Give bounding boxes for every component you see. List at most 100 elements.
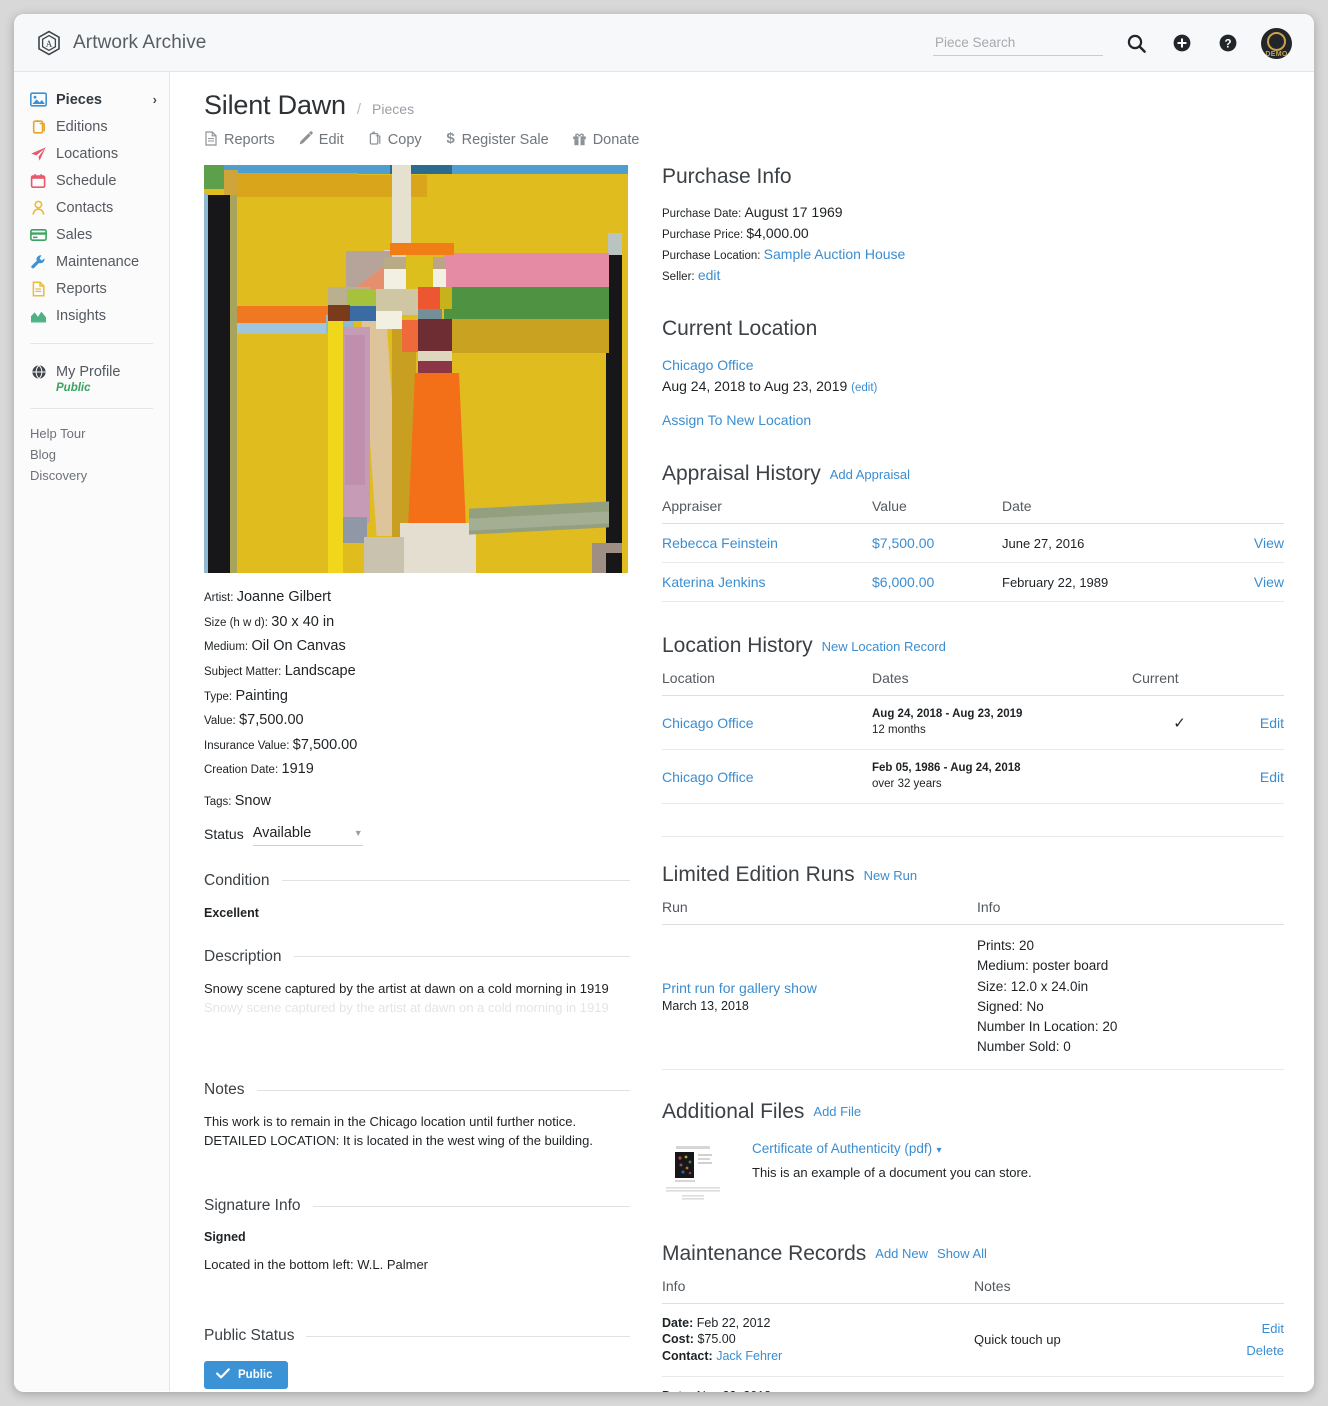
appraisal-value[interactable]: $7,500.00 [872,535,934,551]
add-new-link[interactable]: Add New [875,1246,928,1261]
sidebar-link-help-tour[interactable]: Help Tour [14,423,169,444]
edit-link[interactable]: Edit [1260,715,1284,731]
file-thumbnail[interactable] [662,1140,724,1204]
action-label: Register Sale [462,132,549,148]
maintenance-contact-link[interactable]: Jack Fehrer [716,1349,782,1363]
view-link[interactable]: View [1254,535,1284,551]
edit-button[interactable]: Edit [298,130,344,150]
run-info-prints: Prints: 20 [977,936,1284,956]
sidebar-item-maintenance[interactable]: Maintenance [14,248,169,275]
page-actions: Reports Edit [204,130,1284,150]
table-row: Rebecca Feinstein $7,500.00 June 27, 201… [662,524,1284,563]
current-location-edit-link[interactable]: (edit) [851,382,877,394]
add-file-link[interactable]: Add File [813,1104,861,1119]
search-input[interactable] [933,31,1103,56]
avatar[interactable]: DEMO [1261,28,1292,59]
new-location-record-link[interactable]: New Location Record [822,639,946,654]
action-label: Reports [224,132,275,148]
location-duration: 12 months [872,723,1132,739]
col-info: Info [977,899,1284,925]
register-sale-button[interactable]: $ Register Sale [445,130,549,150]
copy-button[interactable]: Copy [367,130,422,150]
meta-creation-date: Creation Date: 1919 [204,760,630,778]
assign-to-new-location-link[interactable]: Assign To New Location [662,412,811,428]
add-circle-icon[interactable] [1169,30,1195,56]
sidebar-item-my-profile[interactable]: My Profile [14,358,169,385]
add-appraisal-link[interactable]: Add Appraisal [830,467,910,482]
chevron-down-icon[interactable]: ▾ [937,1145,942,1156]
edit-link[interactable]: Edit [1260,769,1284,785]
run-info-medium: Medium: poster board [977,956,1284,976]
notes-body: This work is to remain in the Chicago lo… [204,1113,630,1151]
delete-link[interactable]: Delete [1246,1343,1284,1358]
main-content: Silent Dawn / Pieces Reports [170,72,1314,1391]
col-info: Info [662,1278,974,1304]
section-rule [282,880,631,881]
tag-link-snow[interactable]: Snow [235,793,271,809]
pencil-icon [298,131,313,150]
reports-button[interactable]: Reports [204,130,275,150]
current-location-dates-row: Aug 24, 2018 to Aug 23, 2019 (edit) [662,378,1284,394]
location-link[interactable]: Chicago Office [662,769,754,785]
meta-key: Type: [204,691,232,703]
view-link[interactable]: View [1254,574,1284,590]
appraiser-link[interactable]: Katerina Jenkins [662,574,766,590]
sidebar-item-schedule[interactable]: Schedule [14,167,169,194]
sidebar-item-sales[interactable]: Sales [14,221,169,248]
donate-button[interactable]: Donate [572,130,640,150]
seller-edit-link[interactable]: edit [698,267,721,283]
check-icon [216,1368,230,1382]
public-toggle-button[interactable]: Public [204,1361,288,1389]
search-icon[interactable] [1123,30,1149,56]
check-icon: ✓ [1173,715,1186,732]
app-body: Pieces › Editions [14,72,1314,1391]
meta-value: Landscape [285,663,356,679]
location-link[interactable]: Chicago Office [662,715,754,731]
edit-link[interactable]: Edit [1262,1321,1284,1336]
sidebar-item-pieces[interactable]: Pieces › [14,86,169,113]
status-row: Status Available ▼ [204,823,630,846]
meta-value: Painting [235,688,287,704]
section-title: Current Location [662,317,1284,341]
show-all-link[interactable]: Show All [937,1246,987,1261]
location-duration: over 32 years [872,777,1132,793]
sidebar-item-locations[interactable]: Locations [14,140,169,167]
run-name-link[interactable]: Print run for gallery show [662,980,977,996]
appraisal-date: June 27, 2016 [1002,536,1084,551]
brand-logo[interactable]: A Artwork Archive [36,30,206,56]
breadcrumb-pieces[interactable]: Pieces [372,101,414,117]
sidebar-item-insights[interactable]: Insights [14,302,169,329]
limited-edition-runs-section: Limited Edition Runs New Run Run Info [662,863,1284,1070]
row-key: Cost: [662,1332,694,1346]
location-history-table: Location Dates Current Chicago Office [662,670,1284,804]
sidebar-link-blog[interactable]: Blog [14,444,169,465]
help-circle-icon[interactable]: ? [1215,30,1241,56]
notes-header: Notes [204,1081,630,1099]
location-history-section: Location History New Location Record Loc… [662,634,1284,804]
new-run-link[interactable]: New Run [864,868,917,883]
status-select[interactable]: Available ▼ [253,823,363,846]
file-name-link[interactable]: Certificate of Authenticity (pdf) [752,1141,932,1156]
appraisal-value[interactable]: $6,000.00 [872,574,934,590]
current-location-link[interactable]: Chicago Office [662,357,1284,373]
col-date: Date [1002,498,1204,524]
purchase-location-link[interactable]: Sample Auction House [764,246,906,262]
appraiser-link[interactable]: Rebecca Feinstein [662,535,778,551]
sidebar-item-contacts[interactable]: Contacts [14,194,169,221]
row-key: Date: [662,1316,693,1330]
col-actions [1204,498,1284,524]
run-info-number-in-location: Number In Location: 20 [977,1017,1284,1037]
sidebar-item-editions[interactable]: Editions [14,113,169,140]
purchase-location-row: Purchase Location: Sample Auction House [662,246,1284,262]
col-dates: Dates [872,670,1132,696]
meta-subject-matter: Subject Matter: Landscape [204,662,630,680]
maintenance-records-table: Info Notes Date: Feb 22, 2012 [662,1278,1284,1392]
sidebar-item-label: Reports [56,281,107,297]
paper-plane-icon [30,145,47,162]
artist-link[interactable]: Joanne Gilbert [237,589,331,605]
sidebar-item-reports[interactable]: Reports [14,275,169,302]
chart-area-icon [30,307,47,324]
artwork-image[interactable] [204,165,628,573]
public-button-label: Public [238,1369,273,1381]
sidebar-link-discovery[interactable]: Discovery [14,465,169,486]
